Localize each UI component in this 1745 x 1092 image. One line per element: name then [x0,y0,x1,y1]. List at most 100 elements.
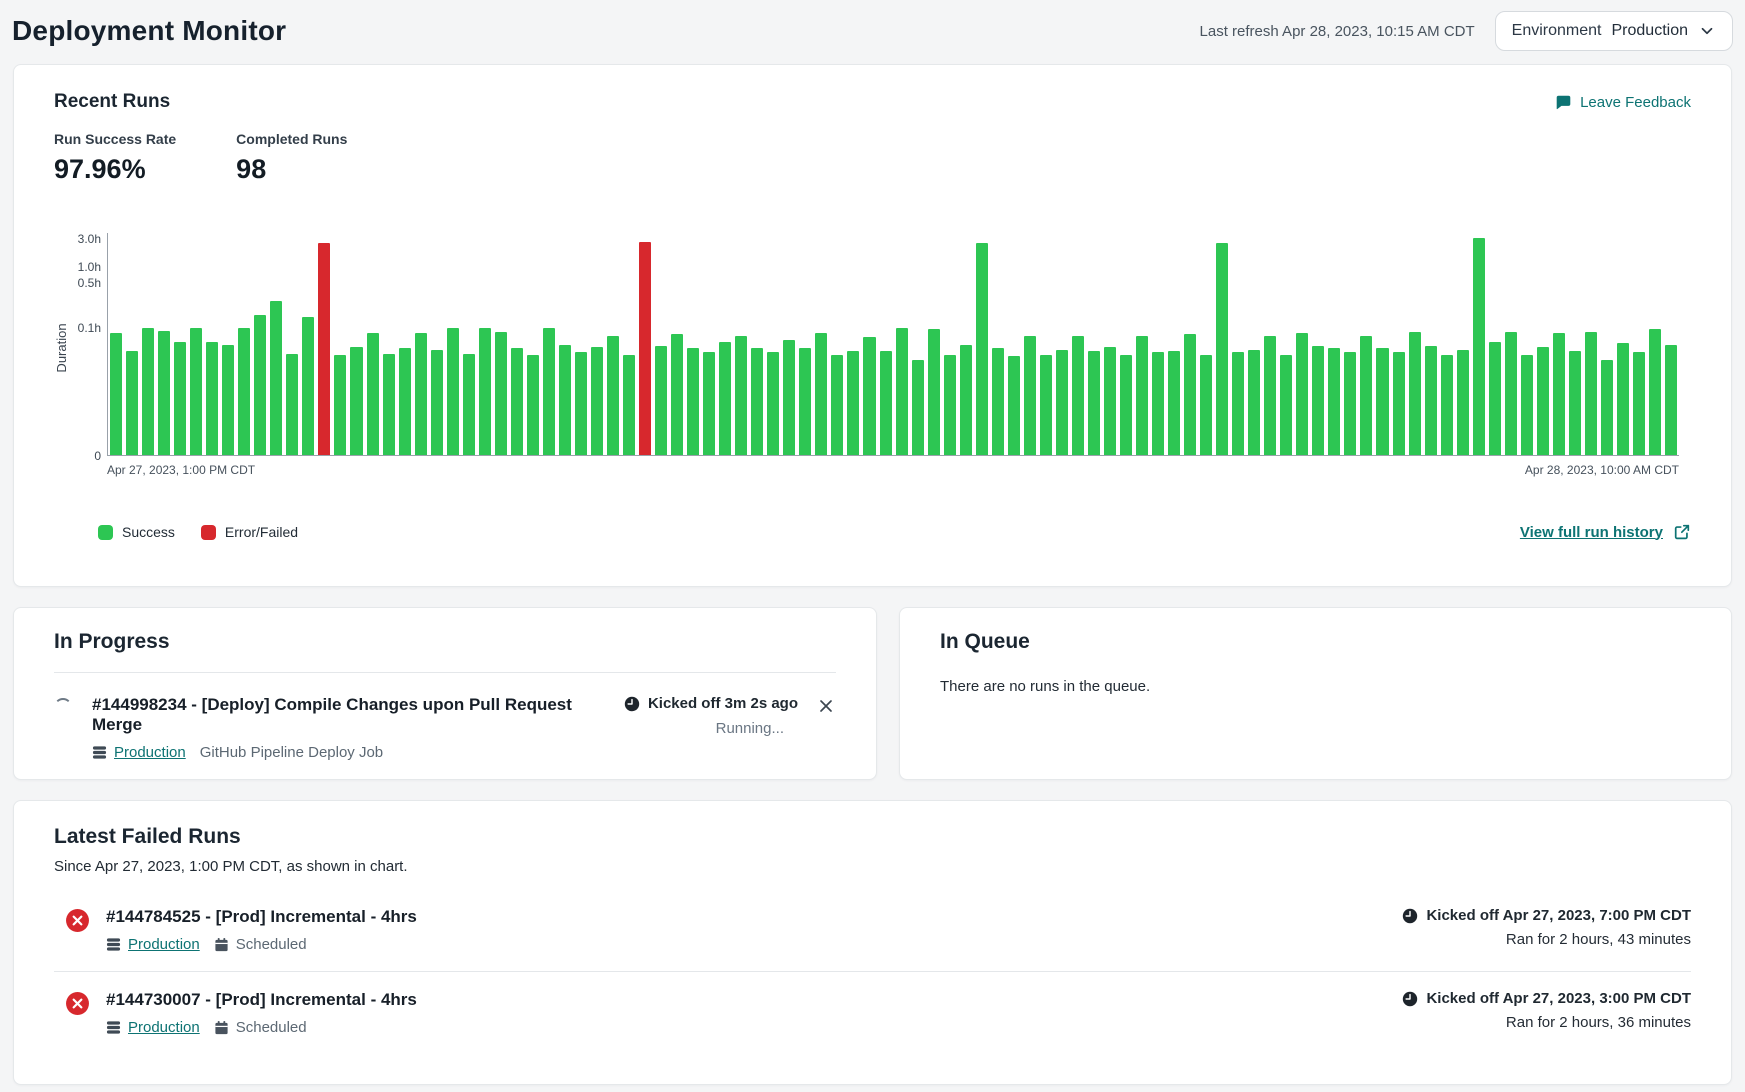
run-bar-success[interactable] [1393,352,1405,456]
run-bar-success[interactable] [623,355,635,456]
run-bar-failed[interactable] [639,242,651,456]
run-bar-success[interactable] [1601,360,1613,456]
run-bar-success[interactable] [1200,355,1212,456]
run-bar-success[interactable] [1152,352,1164,456]
view-full-run-history-link[interactable]: View full run history [1520,523,1691,541]
run-bar-success[interactable] [126,351,138,456]
run-bar-success[interactable] [1360,336,1372,456]
run-bar-success[interactable] [1441,355,1453,456]
run-bar-success[interactable] [1216,243,1228,457]
run-bar-success[interactable] [1328,348,1340,456]
run-bar-success[interactable] [1505,332,1517,456]
run-bar-success[interactable] [1633,352,1645,456]
run-bar-success[interactable] [1104,347,1116,456]
run-bar-success[interactable] [1088,351,1100,456]
run-bar-success[interactable] [687,348,699,456]
run-bar-success[interactable] [206,342,218,456]
run-bar-success[interactable] [286,354,298,456]
run-bar-success[interactable] [1056,350,1068,456]
dismiss-run-button[interactable] [816,696,836,716]
run-bar-success[interactable] [1537,347,1549,456]
run-bar-success[interactable] [575,352,587,456]
run-bar-success[interactable] [1072,336,1084,456]
run-bar-success[interactable] [671,334,683,456]
run-bar-success[interactable] [1569,351,1581,456]
run-bar-success[interactable] [559,345,571,456]
run-bar-success[interactable] [1521,355,1533,456]
run-bar-success[interactable] [158,331,170,456]
run-bar-success[interactable] [1457,350,1469,456]
run-bar-success[interactable] [238,328,250,456]
run-bar-success[interactable] [880,351,892,456]
run-bar-success[interactable] [479,328,491,456]
run-bar-success[interactable] [1248,350,1260,456]
run-bar-success[interactable] [511,348,523,456]
run-bar-success[interactable] [1617,343,1629,456]
run-bar-success[interactable] [1008,356,1020,456]
run-bar-success[interactable] [1168,351,1180,456]
run-bar-success[interactable] [960,345,972,456]
run-bar-success[interactable] [912,360,924,456]
run-bar-success[interactable] [415,333,427,456]
run-bar-success[interactable] [350,347,362,456]
run-bar-success[interactable] [383,354,395,456]
run-bar-success[interactable] [1040,355,1052,456]
run-bar-success[interactable] [863,337,875,456]
run-bar-success[interactable] [976,243,988,457]
run-bar-success[interactable] [302,317,314,456]
run-bar-success[interactable] [591,347,603,456]
environment-link[interactable]: Production [106,1019,200,1036]
run-bar-success[interactable] [447,328,459,456]
run-bar-success[interactable] [1473,238,1485,456]
run-bar-success[interactable] [495,332,507,456]
run-bar-success[interactable] [1136,336,1148,456]
run-bar-success[interactable] [270,301,282,456]
run-bar-success[interactable] [222,345,234,456]
run-bar-success[interactable] [1264,336,1276,456]
run-bar-success[interactable] [655,346,667,456]
run-bar-failed[interactable] [318,243,330,456]
run-bar-success[interactable] [799,348,811,456]
run-bar-success[interactable] [367,333,379,456]
run-bar-success[interactable] [399,348,411,456]
run-bar-success[interactable] [527,355,539,456]
run-bar-success[interactable] [735,336,747,456]
run-bar-success[interactable] [928,329,940,456]
run-bar-success[interactable] [944,355,956,456]
run-bar-success[interactable] [543,328,555,456]
run-bar-success[interactable] [831,355,843,456]
run-bar-success[interactable] [992,348,1004,456]
run-bar-success[interactable] [1585,332,1597,456]
environment-link[interactable]: Production [92,744,186,761]
run-bar-success[interactable] [1553,333,1565,456]
run-bar-success[interactable] [1376,348,1388,456]
run-bar-success[interactable] [142,328,154,456]
run-bar-success[interactable] [254,315,266,457]
run-bar-success[interactable] [1425,346,1437,456]
leave-feedback-link[interactable]: Leave Feedback [1555,94,1691,111]
run-bar-success[interactable] [1232,352,1244,456]
run-bar-success[interactable] [431,350,443,456]
run-bar-success[interactable] [1409,332,1421,456]
run-bar-success[interactable] [1184,334,1196,456]
run-bar-success[interactable] [1120,355,1132,456]
run-bar-success[interactable] [703,352,715,456]
run-bar-success[interactable] [767,352,779,456]
run-bar-success[interactable] [1344,352,1356,456]
run-bar-success[interactable] [719,342,731,456]
run-bar-success[interactable] [1649,329,1661,456]
run-bar-success[interactable] [1296,333,1308,456]
run-bar-success[interactable] [1312,346,1324,456]
environment-dropdown[interactable]: Environment Production [1495,11,1733,51]
run-bar-success[interactable] [334,355,346,456]
run-bar-success[interactable] [1024,336,1036,456]
run-bar-success[interactable] [815,333,827,456]
run-bar-success[interactable] [174,342,186,456]
run-bar-success[interactable] [1280,355,1292,456]
environment-link[interactable]: Production [106,936,200,953]
run-bar-success[interactable] [783,340,795,457]
run-bar-success[interactable] [607,336,619,456]
run-bar-success[interactable] [463,354,475,456]
run-bar-success[interactable] [751,348,763,456]
run-bar-success[interactable] [896,328,908,456]
